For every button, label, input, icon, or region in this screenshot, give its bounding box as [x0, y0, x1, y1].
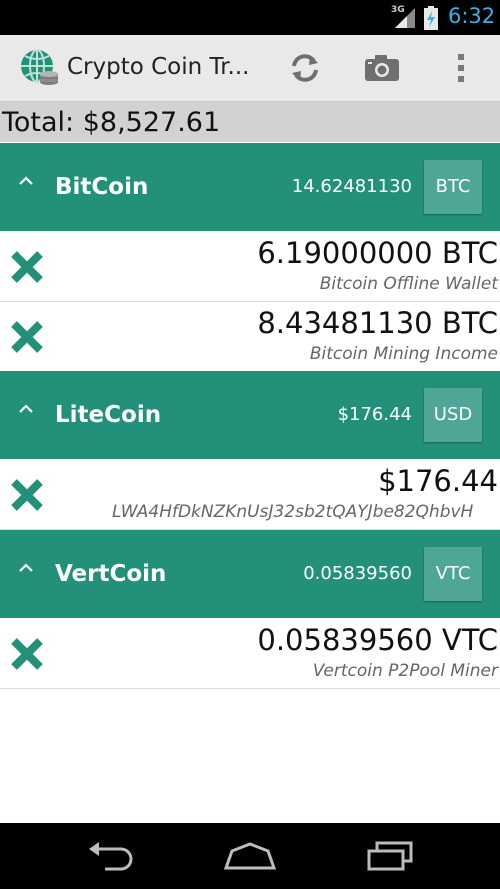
coin-name: LiteCoin [55, 402, 162, 428]
unit-toggle-button[interactable]: BTC [424, 160, 482, 214]
camera-icon [365, 55, 399, 81]
coin-total: 0.05839560 [303, 563, 412, 584]
entry-amount: 0.05839560 VTC [257, 623, 498, 657]
navigation-bar [0, 823, 500, 889]
wallet-entry[interactable]: 6.19000000 BTC Bitcoin Offline Wallet [0, 232, 500, 302]
wallet-entry[interactable]: 8.43481130 BTC Bitcoin Mining Income [0, 302, 500, 372]
home-button[interactable] [210, 833, 290, 879]
group-header-vertcoin[interactable]: VertCoin 0.05839560 VTC [0, 530, 500, 618]
entry-amount: 6.19000000 BTC [257, 236, 498, 270]
chevron-up-icon [19, 176, 33, 185]
overflow-menu-button[interactable] [436, 43, 486, 93]
home-icon [223, 842, 277, 870]
coin-name: BitCoin [55, 174, 149, 200]
entry-amount: 8.43481130 BTC [257, 306, 498, 340]
delete-icon[interactable] [10, 637, 44, 671]
delete-icon[interactable] [10, 250, 44, 284]
coin-name: VertCoin [55, 561, 167, 587]
entry-label: Bitcoin Offline Wallet [319, 274, 498, 294]
action-bar: Crypto Coin Tr... [0, 35, 500, 102]
chevron-up-icon [19, 404, 33, 413]
app-title: Crypto Coin Tr... [67, 54, 250, 80]
portfolio-total: Total: $8,527.61 [0, 102, 500, 142]
back-button[interactable] [70, 833, 150, 879]
signal-icon [395, 8, 415, 28]
wallet-entry[interactable]: 0.05839560 VTC Vertcoin P2Pool Miner [0, 619, 500, 689]
delete-icon[interactable] [10, 320, 44, 354]
chevron-up-icon [19, 563, 33, 572]
status-clock: 6:32 [448, 4, 496, 28]
delete-icon[interactable] [10, 478, 44, 512]
coin-total: 14.62481130 [291, 176, 412, 197]
recent-apps-button[interactable] [350, 833, 430, 879]
unit-toggle-button[interactable]: USD [424, 388, 482, 442]
coin-total: $176.44 [337, 404, 412, 425]
entry-label: Bitcoin Mining Income [309, 344, 498, 364]
entry-label: LWA4HfDkNZKnUsJ32sb2tQAYJbe82QhbvH [112, 502, 474, 522]
wallet-entry[interactable]: $176.44 LWA4HfDkNZKnUsJ32sb2tQAYJbe82Qhb… [0, 460, 500, 530]
camera-button[interactable] [357, 43, 407, 93]
battery-charging-icon [424, 6, 438, 30]
app-logo-icon[interactable] [19, 48, 59, 88]
recent-apps-icon [367, 841, 413, 871]
unit-toggle-button[interactable]: VTC [424, 547, 482, 601]
refresh-icon [292, 54, 318, 82]
entry-label: Vertcoin P2Pool Miner [312, 661, 498, 681]
entry-amount: $176.44 [378, 464, 498, 498]
group-header-bitcoin[interactable]: BitCoin 14.62481130 BTC [0, 143, 500, 231]
back-icon [89, 842, 133, 871]
refresh-button[interactable] [280, 43, 330, 93]
group-header-litecoin[interactable]: LiteCoin $176.44 USD [0, 371, 500, 459]
status-bar: 3G 6:32 [0, 0, 500, 35]
overflow-menu-icon [458, 54, 464, 82]
